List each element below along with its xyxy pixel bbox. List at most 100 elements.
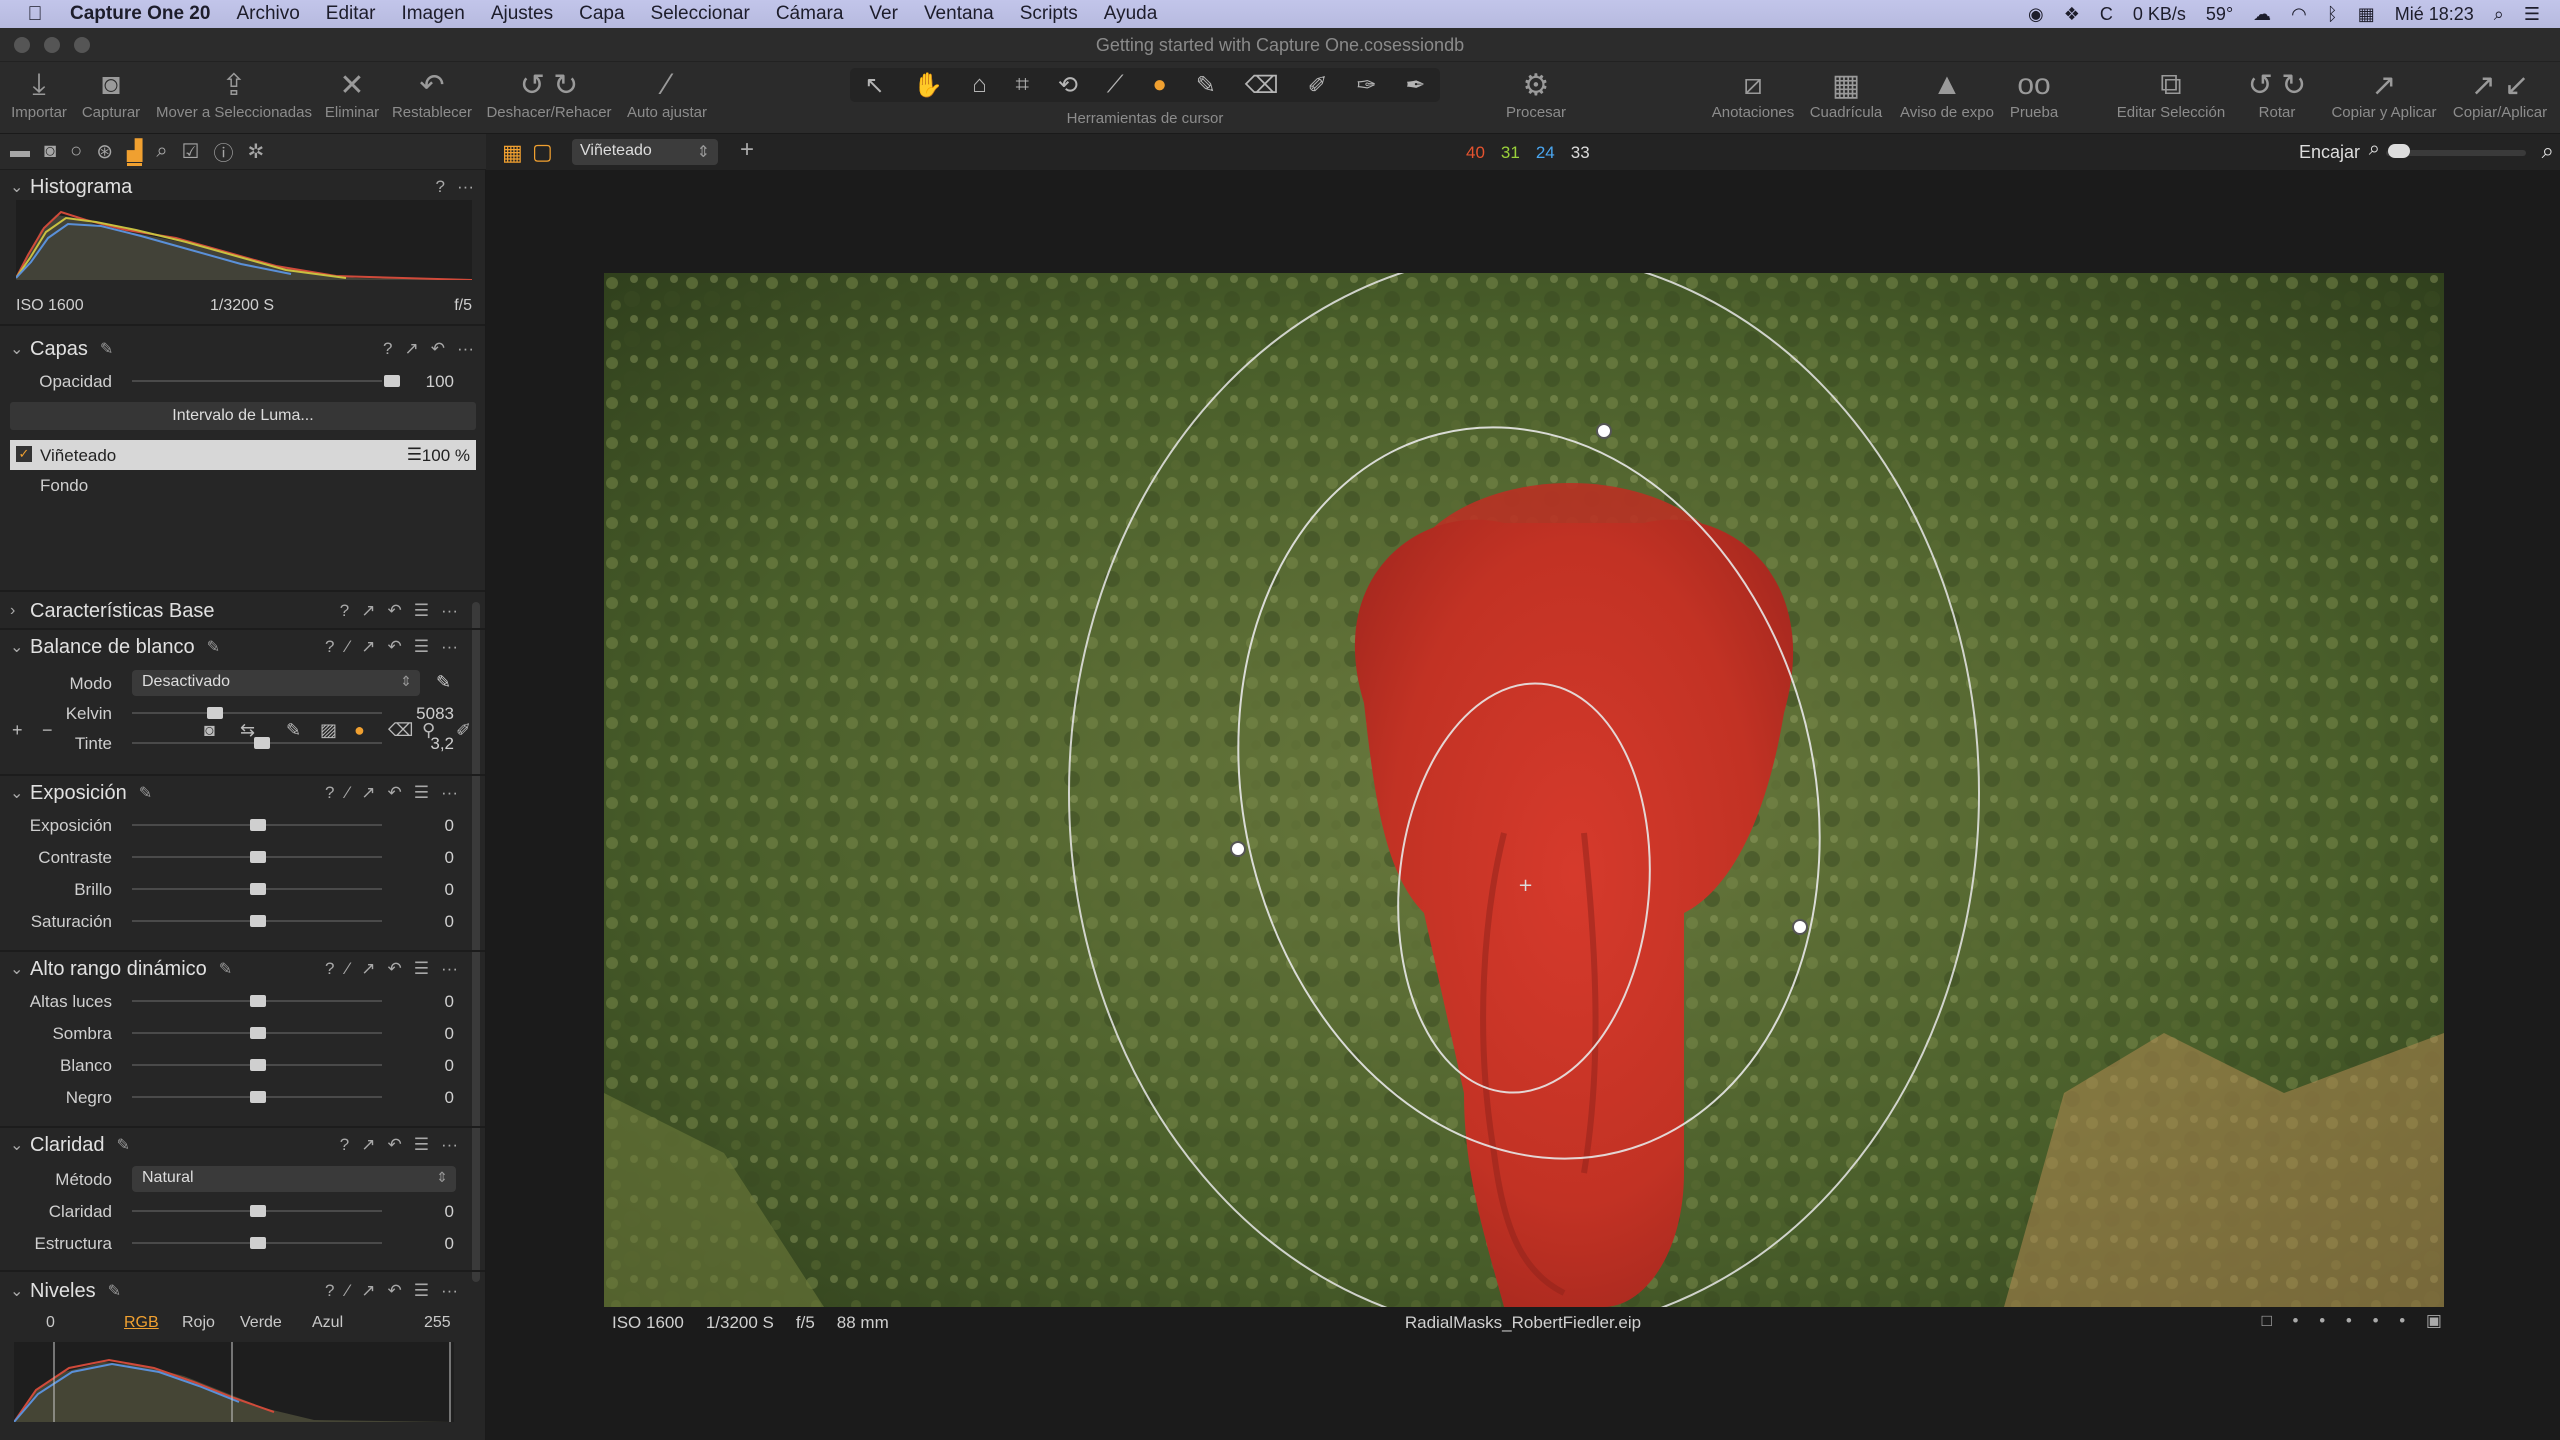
picker-icon[interactable]: ⁄ (346, 1281, 349, 1301)
cloud-icon[interactable]: ☁ (2253, 4, 2271, 25)
gradient-icon[interactable]: ✐ (1308, 71, 1328, 100)
panel-scrollbar[interactable] (472, 602, 480, 1282)
black-slider-knob[interactable] (250, 1091, 266, 1103)
rating-dots[interactable]: □ • • • • • ▣ (2262, 1311, 2450, 1331)
apple-icon[interactable]:  (0, 3, 70, 26)
shadow-slider-knob[interactable] (250, 1027, 266, 1039)
wb-mode-select[interactable]: Desactivado ⇕ (132, 670, 420, 696)
exposure-header[interactable]: ⌄ Exposición ✎ ? ⁄ ↗ ↶ ☰ ··· (0, 776, 470, 810)
more-icon[interactable]: ··· (441, 959, 458, 979)
zoom-in-icon[interactable]: ⌕ (2542, 138, 2554, 164)
sliders-icon[interactable]: ☰ (407, 445, 422, 465)
help-icon[interactable]: ? (340, 1135, 349, 1155)
adjustments-tab-icon[interactable]: ☑ (182, 139, 200, 164)
help-icon[interactable]: ? (325, 1281, 334, 1301)
tint-value[interactable]: 3,2 (394, 734, 454, 754)
menu-app-name[interactable]: Capture One 20 (70, 3, 210, 25)
details-tab-icon[interactable]: ⌕ (156, 140, 167, 163)
pencil-icon[interactable]: ✎ (219, 959, 232, 979)
reset-icon[interactable]: ↶ (388, 637, 402, 657)
white-slider-knob[interactable] (250, 1059, 266, 1071)
zoom-out-icon[interactable]: ⌕ (2369, 138, 2380, 161)
pencil-icon[interactable]: ✎ (108, 1281, 121, 1301)
copy-icon[interactable]: ↗ (361, 1281, 375, 1301)
white-value[interactable]: 0 (394, 1056, 454, 1076)
luma-range-button[interactable]: Intervalo de Luma... (10, 402, 476, 430)
annotation-pen-icon[interactable]: ✒ (1405, 71, 1425, 100)
metadata-tab-icon[interactable]: ⓘ (213, 137, 233, 166)
reset-icon[interactable]: ↶ (388, 1281, 402, 1301)
brightness-value[interactable]: 0 (394, 880, 454, 900)
presets-icon[interactable]: ☰ (414, 637, 429, 657)
help-icon[interactable]: ? (325, 783, 334, 803)
levels-histogram[interactable] (13, 1342, 454, 1423)
sync-icon[interactable]: C (2100, 4, 2113, 25)
zoom-slider-thumb[interactable] (2388, 144, 2410, 158)
fit-label[interactable]: Encajar (2299, 142, 2360, 163)
help-icon[interactable]: ? (325, 637, 334, 657)
color-picker-icon[interactable]: ● (1152, 71, 1167, 99)
pencil-icon[interactable]: ✎ (139, 783, 152, 803)
exposure-tab-icon[interactable]: ▟ (126, 138, 143, 166)
keystone-cursor-icon[interactable]: ⟋ (1107, 71, 1124, 99)
menu-ver[interactable]: Ver (869, 3, 898, 25)
levels-tab-rgb[interactable]: RGB (124, 1314, 159, 1332)
pencil-icon[interactable]: ✎ (207, 637, 220, 657)
kelvin-slider[interactable] (132, 712, 382, 714)
library-tab-icon[interactable]: ▬ (10, 140, 30, 163)
copy-icon[interactable]: ↗ (361, 637, 375, 657)
add-layer-icon[interactable]: + (740, 136, 754, 164)
heal-icon[interactable]: ✑ (1356, 71, 1376, 100)
kelvin-slider-knob[interactable] (206, 707, 223, 719)
histogram-header[interactable]: ⌄ Histograma ? ··· (0, 170, 485, 204)
more-icon[interactable]: ··· (441, 601, 458, 621)
settings-tab-icon[interactable]: ✲ (247, 139, 264, 164)
capture-button[interactable]: ◙ Capturar (78, 66, 144, 121)
menubar-clock[interactable]: Mié 18:23 (2395, 4, 2474, 25)
edit-selection-button[interactable]: ⧉ Editar Selección (2112, 66, 2230, 121)
menu-imagen[interactable]: Imagen (401, 3, 464, 25)
copy-icon[interactable]: ↗ (361, 959, 375, 979)
exposure-slider-knob[interactable] (250, 819, 266, 831)
more-icon[interactable]: ··· (457, 177, 474, 197)
move-to-selects-button[interactable]: ⇪ Mover a Seleccionadas (152, 66, 316, 122)
levels-header[interactable]: ⌄ Niveles ✎ ? ⁄ ↗ ↶ ☰ ··· (0, 1274, 470, 1308)
contrast-value[interactable]: 0 (394, 848, 454, 868)
saturation-slider-knob[interactable] (250, 915, 266, 927)
menu-ventana[interactable]: Ventana (924, 3, 994, 25)
menu-editar[interactable]: Editar (326, 3, 376, 25)
loupe-cursor-icon[interactable]: ⌂ (972, 71, 987, 99)
picker-icon[interactable]: ⁄ (346, 637, 349, 657)
status-check-icon[interactable]: ◉ (2028, 4, 2044, 25)
presets-icon[interactable]: ☰ (414, 1135, 429, 1155)
opacity-slider[interactable] (132, 380, 382, 382)
help-icon[interactable]: ? (340, 601, 349, 621)
import-button[interactable]: ⤓ Importar (8, 66, 70, 121)
kelvin-value[interactable]: 5083 (394, 704, 454, 724)
menu-archivo[interactable]: Archivo (236, 3, 299, 25)
rotate-cursor-icon[interactable]: ⟲ (1058, 71, 1078, 100)
levels-high-value[interactable]: 255 (424, 1314, 451, 1332)
structure-value[interactable]: 0 (394, 1234, 454, 1254)
bluetooth-icon[interactable]: ᛒ (2327, 4, 2338, 25)
menu-capa[interactable]: Capa (579, 3, 624, 25)
presets-icon[interactable]: ☰ (414, 783, 429, 803)
copy-icon[interactable]: ↗ (361, 601, 375, 621)
process-button[interactable]: ⚙ Procesar (1500, 66, 1572, 122)
photo-canvas[interactable]: + (604, 273, 2444, 1307)
presets-icon[interactable]: ☰ (414, 601, 429, 621)
saturation-value[interactable]: 0 (394, 912, 454, 932)
presets-icon[interactable]: ☰ (414, 1281, 429, 1301)
clarity-value[interactable]: 0 (394, 1202, 454, 1222)
menu-seleccionar[interactable]: Seleccionar (651, 3, 750, 25)
reset-button[interactable]: ↶ Restablecer (390, 66, 474, 122)
layer-checkbox[interactable]: ✓ (16, 446, 32, 462)
grid-button[interactable]: ▦ Cuadrícula (1804, 66, 1888, 122)
rotate-button[interactable]: ↺ ↻ Rotar (2242, 66, 2312, 122)
lens-tab-icon[interactable]: ○ (70, 140, 82, 163)
contrast-slider-knob[interactable] (250, 851, 266, 863)
capture-tab-icon[interactable]: ◙ (44, 140, 56, 163)
layer-item-vineteado[interactable]: ✓ Viñeteado ☰ 100 % (10, 440, 476, 470)
more-icon[interactable]: ··· (457, 339, 474, 359)
notification-center-icon[interactable]: ☰ (2524, 4, 2540, 25)
